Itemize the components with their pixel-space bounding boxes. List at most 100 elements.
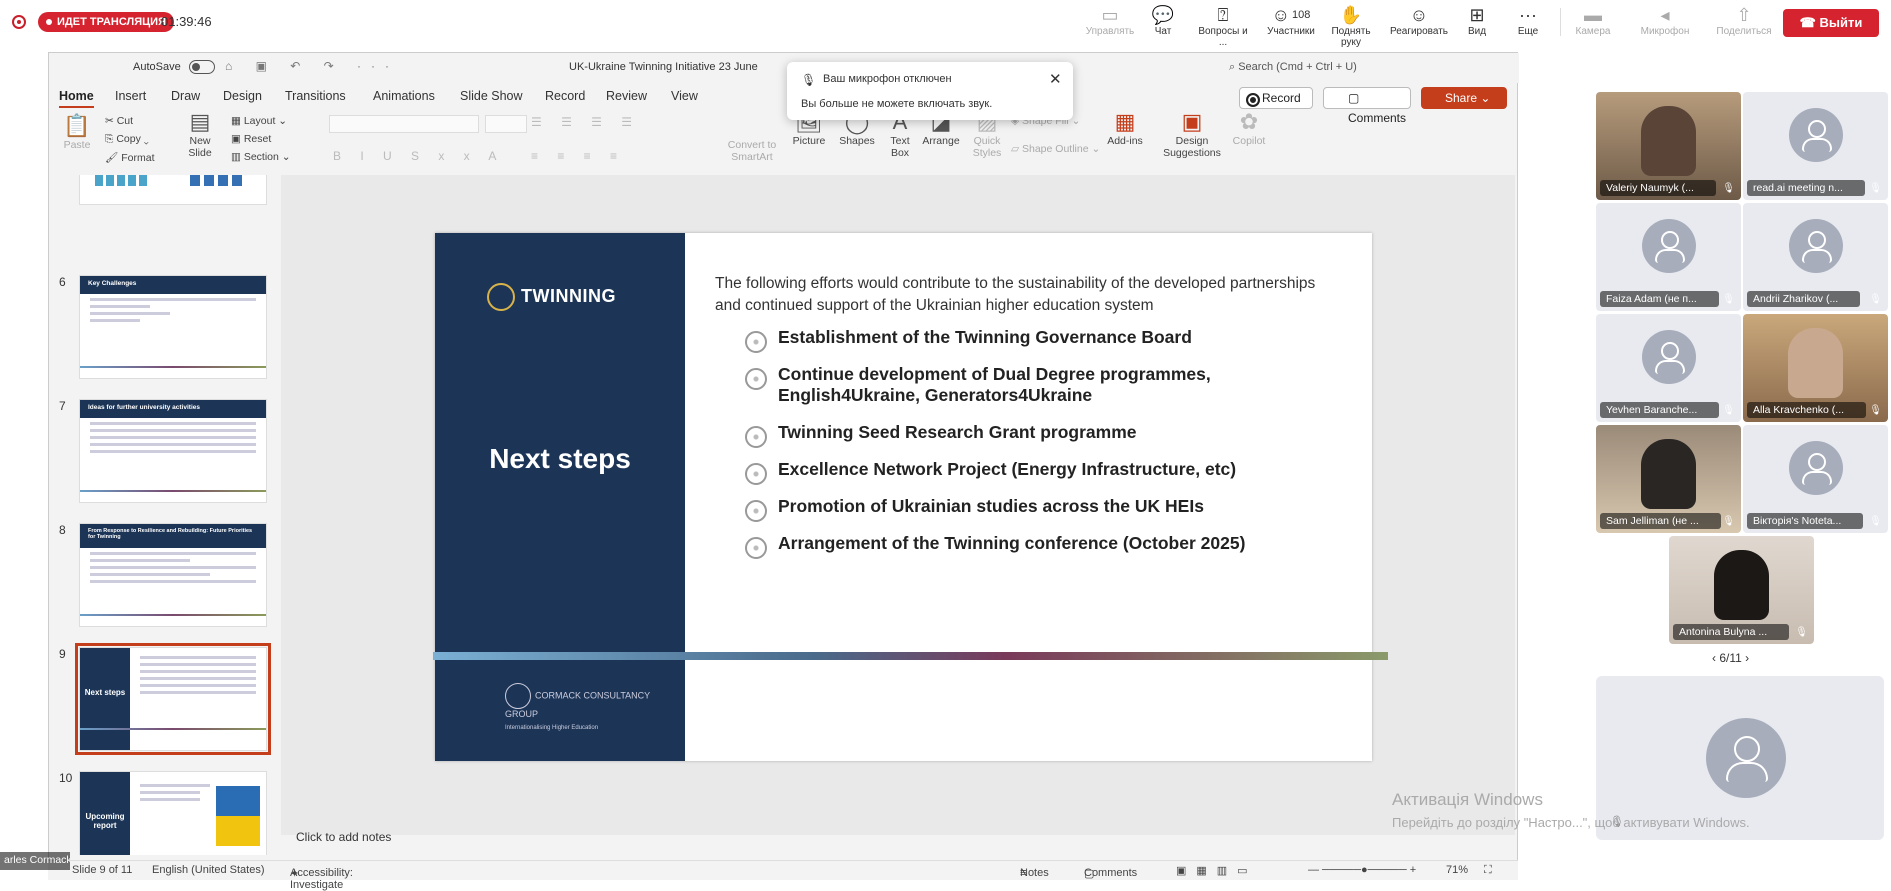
clipboard-icon: 📋 <box>63 113 91 138</box>
zoom-slider[interactable]: — ─────●───── + <box>1308 864 1416 876</box>
tab-record[interactable]: Record <box>545 89 585 103</box>
mic-icon: 🎙 <box>1869 516 1882 527</box>
paragraph-icons[interactable]: ☰ ☰ ☰ ☰ <box>531 115 640 129</box>
participant-tile[interactable]: Sam Jelliman (не ... 🎙 <box>1596 425 1741 533</box>
slide-thumbnails[interactable]: 6 Key Challenges 7 Ideas for further uni… <box>49 175 279 855</box>
react-button[interactable]: ☺ Реагировать <box>1389 4 1449 42</box>
comments-button[interactable]: ▢ Comments <box>1323 87 1411 125</box>
slide-thumbnail-9[interactable]: Next steps <box>75 643 271 755</box>
new-slide-button[interactable]: ▤ New Slide <box>179 109 221 159</box>
slide-thumbnail-6[interactable]: Key Challenges <box>79 275 267 379</box>
convert-smartart-button[interactable]: Convert to SmartArt <box>717 139 787 163</box>
slide-thumbnail-10[interactable]: Upcoming report <box>79 771 267 855</box>
bullet-item: Establishment of the Twinning Governance… <box>745 327 1345 353</box>
font-format-icons[interactable]: B I U S x x A <box>333 149 504 163</box>
thumbnail-number: 10 <box>59 771 73 785</box>
avatar <box>1788 108 1843 163</box>
microphone-button[interactable]: ◂ Микрофон <box>1635 4 1695 42</box>
gallery-pager[interactable]: ‹ 6/11 › <box>1712 651 1749 665</box>
slide-thumbnail-8[interactable]: From Response to Resilience and Rebuildi… <box>79 523 267 627</box>
slide-thumbnail-7[interactable]: Ideas for further university activities <box>79 399 267 503</box>
hand-icon: ✋ <box>1339 5 1363 25</box>
notes-placeholder[interactable]: Click to add notes <box>296 830 391 844</box>
participant-name: Faiza Adam (не п... <box>1600 291 1719 307</box>
slide-sidebar: TWINNING Next steps CORMACK CONSULTANCY … <box>435 233 685 761</box>
participants-button[interactable]: ☺ 108 Участники <box>1261 4 1321 42</box>
participant-tile[interactable]: Antonina Bulyna ... 🎙 <box>1669 536 1814 644</box>
tab-animations[interactable]: Animations <box>373 89 435 103</box>
format-painter-button[interactable]: 🖌 Format <box>105 151 155 164</box>
participant-tile[interactable]: read.ai meeting n... 🎙 <box>1743 92 1888 200</box>
fit-slide-icon[interactable]: ⛶ <box>1484 864 1492 877</box>
mic-icon: 🎙 <box>1869 294 1882 305</box>
section-button[interactable]: ▥ Section ⌄ <box>231 151 291 163</box>
reset-button[interactable]: ▣ Reset <box>231 133 271 145</box>
language-status[interactable]: English (United States) <box>152 864 265 876</box>
leave-label: Выйти <box>1819 15 1863 30</box>
design-suggestions-button[interactable]: ▣ Design Suggestions <box>1161 109 1223 159</box>
more-icon: ··· <box>1519 5 1537 25</box>
tab-draw[interactable]: Draw <box>171 89 200 103</box>
cut-button[interactable]: ✂ Cut <box>105 115 133 127</box>
leave-button[interactable]: ☎ Выйти <box>1783 9 1879 37</box>
smile-icon: ☺ <box>1409 5 1429 25</box>
quick-access-icons[interactable]: ⌂ ▣ ↶ ↷ ··· <box>225 59 399 73</box>
avatar <box>1788 219 1843 274</box>
tab-insert[interactable]: Insert <box>115 89 146 103</box>
mic-icon: 🎙 <box>1722 516 1735 527</box>
tab-view[interactable]: View <box>671 89 698 103</box>
share-button[interactable]: Share ⌄ <box>1421 87 1507 109</box>
tab-slide-show[interactable]: Slide Show <box>460 89 523 103</box>
bullet-item: Twinning Seed Research Grant programme <box>745 422 1345 448</box>
tab-design[interactable]: Design <box>223 89 262 103</box>
participant-name: Вікторія's Noteta... <box>1747 513 1864 529</box>
copy-button[interactable]: ⎘ Copy ⌄ <box>105 133 149 146</box>
more-button[interactable]: ··· Еще <box>1498 4 1558 42</box>
tab-review[interactable]: Review <box>606 89 647 103</box>
qa-button[interactable]: ⍰ Вопросы и ... <box>1193 4 1253 48</box>
manage-button[interactable]: ▭ Управлять <box>1080 4 1140 42</box>
close-icon[interactable]: ✕ <box>1049 70 1062 88</box>
copilot-icon: ✿ <box>1239 109 1259 134</box>
mic-icon: 🎙 <box>1722 183 1735 194</box>
raise-hand-button[interactable]: ✋ Поднять руку <box>1321 4 1381 48</box>
participant-tile[interactable]: Alla Kravchenko (... 🎙 <box>1743 314 1888 422</box>
speaker-name-label: arles Cormack <box>0 852 70 870</box>
participant-tile[interactable]: Вікторія's Noteta... 🎙 <box>1743 425 1888 533</box>
font-size-select[interactable] <box>485 115 527 133</box>
font-name-select[interactable] <box>329 115 479 133</box>
bullet-item: Excellence Network Project (Energy Infra… <box>745 459 1345 485</box>
participants-icon: ☺ 108 <box>1271 5 1311 25</box>
thumbnail-title: From Response to Resilience and Rebuildi… <box>80 524 266 548</box>
copilot-button[interactable]: ✿ Copilot <box>1229 109 1269 147</box>
slide-thumbnail-5[interactable] <box>79 175 267 205</box>
layout-button[interactable]: ▦ Layout ⌄ <box>231 115 287 127</box>
zoom-level[interactable]: 71% <box>1446 864 1468 876</box>
thumbnail-number: 9 <box>59 647 66 661</box>
popup-title: Ваш микрофон отключен <box>823 73 952 85</box>
share-screen-button[interactable]: ⇧ Поделиться <box>1714 4 1774 42</box>
record-button[interactable]: Record <box>1239 87 1313 109</box>
participant-video <box>1788 328 1843 398</box>
search-box[interactable]: ⌕ Search (Cmd + Ctrl + U) <box>1229 61 1357 74</box>
participant-tile[interactable]: Yevhen Baranche... 🎙 <box>1596 314 1741 422</box>
addins-button[interactable]: ▦ Add-ins <box>1103 109 1147 147</box>
design-icon: ▣ <box>1181 109 1203 134</box>
tab-transitions[interactable]: Transitions <box>285 89 346 103</box>
participant-tile[interactable]: Andrii Zharikov (... 🎙 <box>1743 203 1888 311</box>
view-mode-icons[interactable]: ▣▦▥▭ <box>1176 864 1258 877</box>
mic-icon: 🎙 <box>1869 183 1882 194</box>
mic-icon: 🎙 <box>1722 294 1735 305</box>
paste-button[interactable]: 📋 Paste <box>57 113 97 151</box>
align-icons[interactable]: ≡ ≡ ≡ ≡ <box>531 149 625 163</box>
shape-outline-button[interactable]: ▱ Shape Outline ⌄ <box>1011 143 1100 155</box>
autosave-toggle[interactable] <box>189 60 215 74</box>
participant-tile[interactable]: Faiza Adam (не п... 🎙 <box>1596 203 1741 311</box>
camera-button[interactable]: ▬ Камера <box>1563 4 1623 42</box>
chat-button[interactable]: 💬 Чат <box>1133 4 1193 42</box>
chevron-right-icon[interactable]: › <box>1742 651 1749 665</box>
ribbon-home: 📋 Paste ✂ Cut ⎘ Copy ⌄ 🖌 Format ▤ New Slid… <box>49 109 1519 173</box>
current-slide[interactable]: TWINNING Next steps CORMACK CONSULTANCY … <box>433 233 1388 761</box>
participant-tile[interactable]: Valeriy Naumyk (... 🎙 <box>1596 92 1741 200</box>
tab-home[interactable]: Home <box>59 89 94 108</box>
